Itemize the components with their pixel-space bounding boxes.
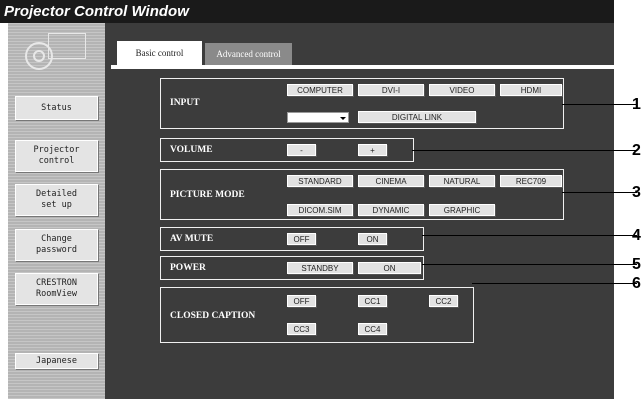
- picture-mode-label: PICTURE MODE: [170, 190, 245, 200]
- callout-line-4: [422, 235, 637, 236]
- power-group: POWER STANDBY ON: [160, 256, 424, 280]
- power-on-button[interactable]: ON: [358, 262, 421, 274]
- projector-control-window: Status Projector control Detailed set up…: [8, 23, 614, 399]
- callout-line-1: [562, 104, 637, 105]
- sidebar-projector-control-button[interactable]: Projector control: [15, 140, 98, 172]
- picture-mode-graphic-button[interactable]: GRAPHIC: [429, 204, 495, 216]
- volume-group: VOLUME - +: [160, 138, 414, 162]
- av-mute-off-button[interactable]: OFF: [287, 233, 316, 245]
- av-mute-group: AV MUTE OFF ON: [160, 227, 424, 251]
- volume-label: VOLUME: [170, 145, 213, 155]
- picture-mode-natural-button[interactable]: NATURAL: [429, 175, 495, 187]
- picture-mode-dynamic-button[interactable]: DYNAMIC: [358, 204, 424, 216]
- closed-caption-cc2-button[interactable]: CC2: [429, 295, 458, 307]
- picture-mode-standard-button[interactable]: STANDARD: [287, 175, 353, 187]
- closed-caption-cc3-button[interactable]: CC3: [287, 323, 316, 335]
- callout-number-5: 5: [632, 256, 641, 273]
- callout-line-6: [472, 283, 637, 284]
- closed-caption-cc4-button[interactable]: CC4: [358, 323, 387, 335]
- picture-mode-dicom-sim-button[interactable]: DICOM.SIM: [287, 204, 353, 216]
- control-panel: INPUT COMPUTER DVI-I VIDEO HDMI DIGITAL …: [111, 69, 614, 399]
- callout-number-4: 4: [632, 227, 641, 244]
- sidebar-change-password-button[interactable]: Change password: [15, 229, 98, 261]
- sidebar: Status Projector control Detailed set up…: [8, 23, 105, 399]
- tab-advanced-control[interactable]: Advanced control: [205, 43, 292, 65]
- av-mute-on-button[interactable]: ON: [358, 233, 387, 245]
- input-digital-link-button[interactable]: DIGITAL LINK: [358, 111, 476, 123]
- sidebar-detailed-setup-button[interactable]: Detailed set up: [15, 184, 98, 216]
- input-video-button[interactable]: VIDEO: [429, 84, 495, 96]
- input-hdmi-button[interactable]: HDMI: [500, 84, 562, 96]
- closed-caption-cc1-button[interactable]: CC1: [358, 295, 387, 307]
- sidebar-japanese-button[interactable]: Japanese: [15, 353, 98, 369]
- picture-mode-group: PICTURE MODE STANDARD CINEMA NATURAL REC…: [160, 169, 564, 220]
- volume-down-button[interactable]: -: [287, 144, 316, 156]
- volume-up-button[interactable]: +: [358, 144, 387, 156]
- power-label: POWER: [170, 263, 206, 273]
- callout-line-5: [422, 264, 637, 265]
- av-mute-label: AV MUTE: [170, 234, 214, 244]
- input-computer-button[interactable]: COMPUTER: [287, 84, 353, 96]
- chevron-down-icon: [340, 117, 346, 120]
- sidebar-status-button[interactable]: Status: [15, 96, 98, 120]
- callout-number-6: 6: [632, 275, 641, 292]
- tab-bar: Basic control Advanced control: [105, 41, 614, 65]
- picture-mode-rec709-button[interactable]: REC709: [500, 175, 562, 187]
- logo: [8, 23, 105, 73]
- input-select-dropdown[interactable]: [287, 112, 349, 123]
- callout-number-3: 3: [632, 184, 641, 201]
- input-dvi-i-button[interactable]: DVI-I: [358, 84, 424, 96]
- window-title: Projector Control Window: [0, 0, 614, 23]
- main-panel: Basic control Advanced control INPUT COM…: [105, 23, 614, 399]
- closed-caption-label: CLOSED CAPTION: [170, 311, 256, 321]
- callout-number-2: 2: [632, 142, 641, 159]
- closed-caption-group: CLOSED CAPTION OFF CC1 CC2 CC3 CC4: [160, 287, 474, 343]
- power-standby-button[interactable]: STANDBY: [287, 262, 353, 274]
- sidebar-crestron-roomview-button[interactable]: CRESTRON RoomView: [15, 273, 98, 305]
- callout-number-1: 1: [632, 96, 641, 113]
- input-label: INPUT: [170, 98, 200, 108]
- callout-line-2: [412, 150, 637, 151]
- input-group: INPUT COMPUTER DVI-I VIDEO HDMI DIGITAL …: [160, 78, 564, 129]
- callout-line-3: [562, 192, 637, 193]
- picture-mode-cinema-button[interactable]: CINEMA: [358, 175, 424, 187]
- closed-caption-off-button[interactable]: OFF: [287, 295, 316, 307]
- tab-basic-control[interactable]: Basic control: [117, 41, 202, 65]
